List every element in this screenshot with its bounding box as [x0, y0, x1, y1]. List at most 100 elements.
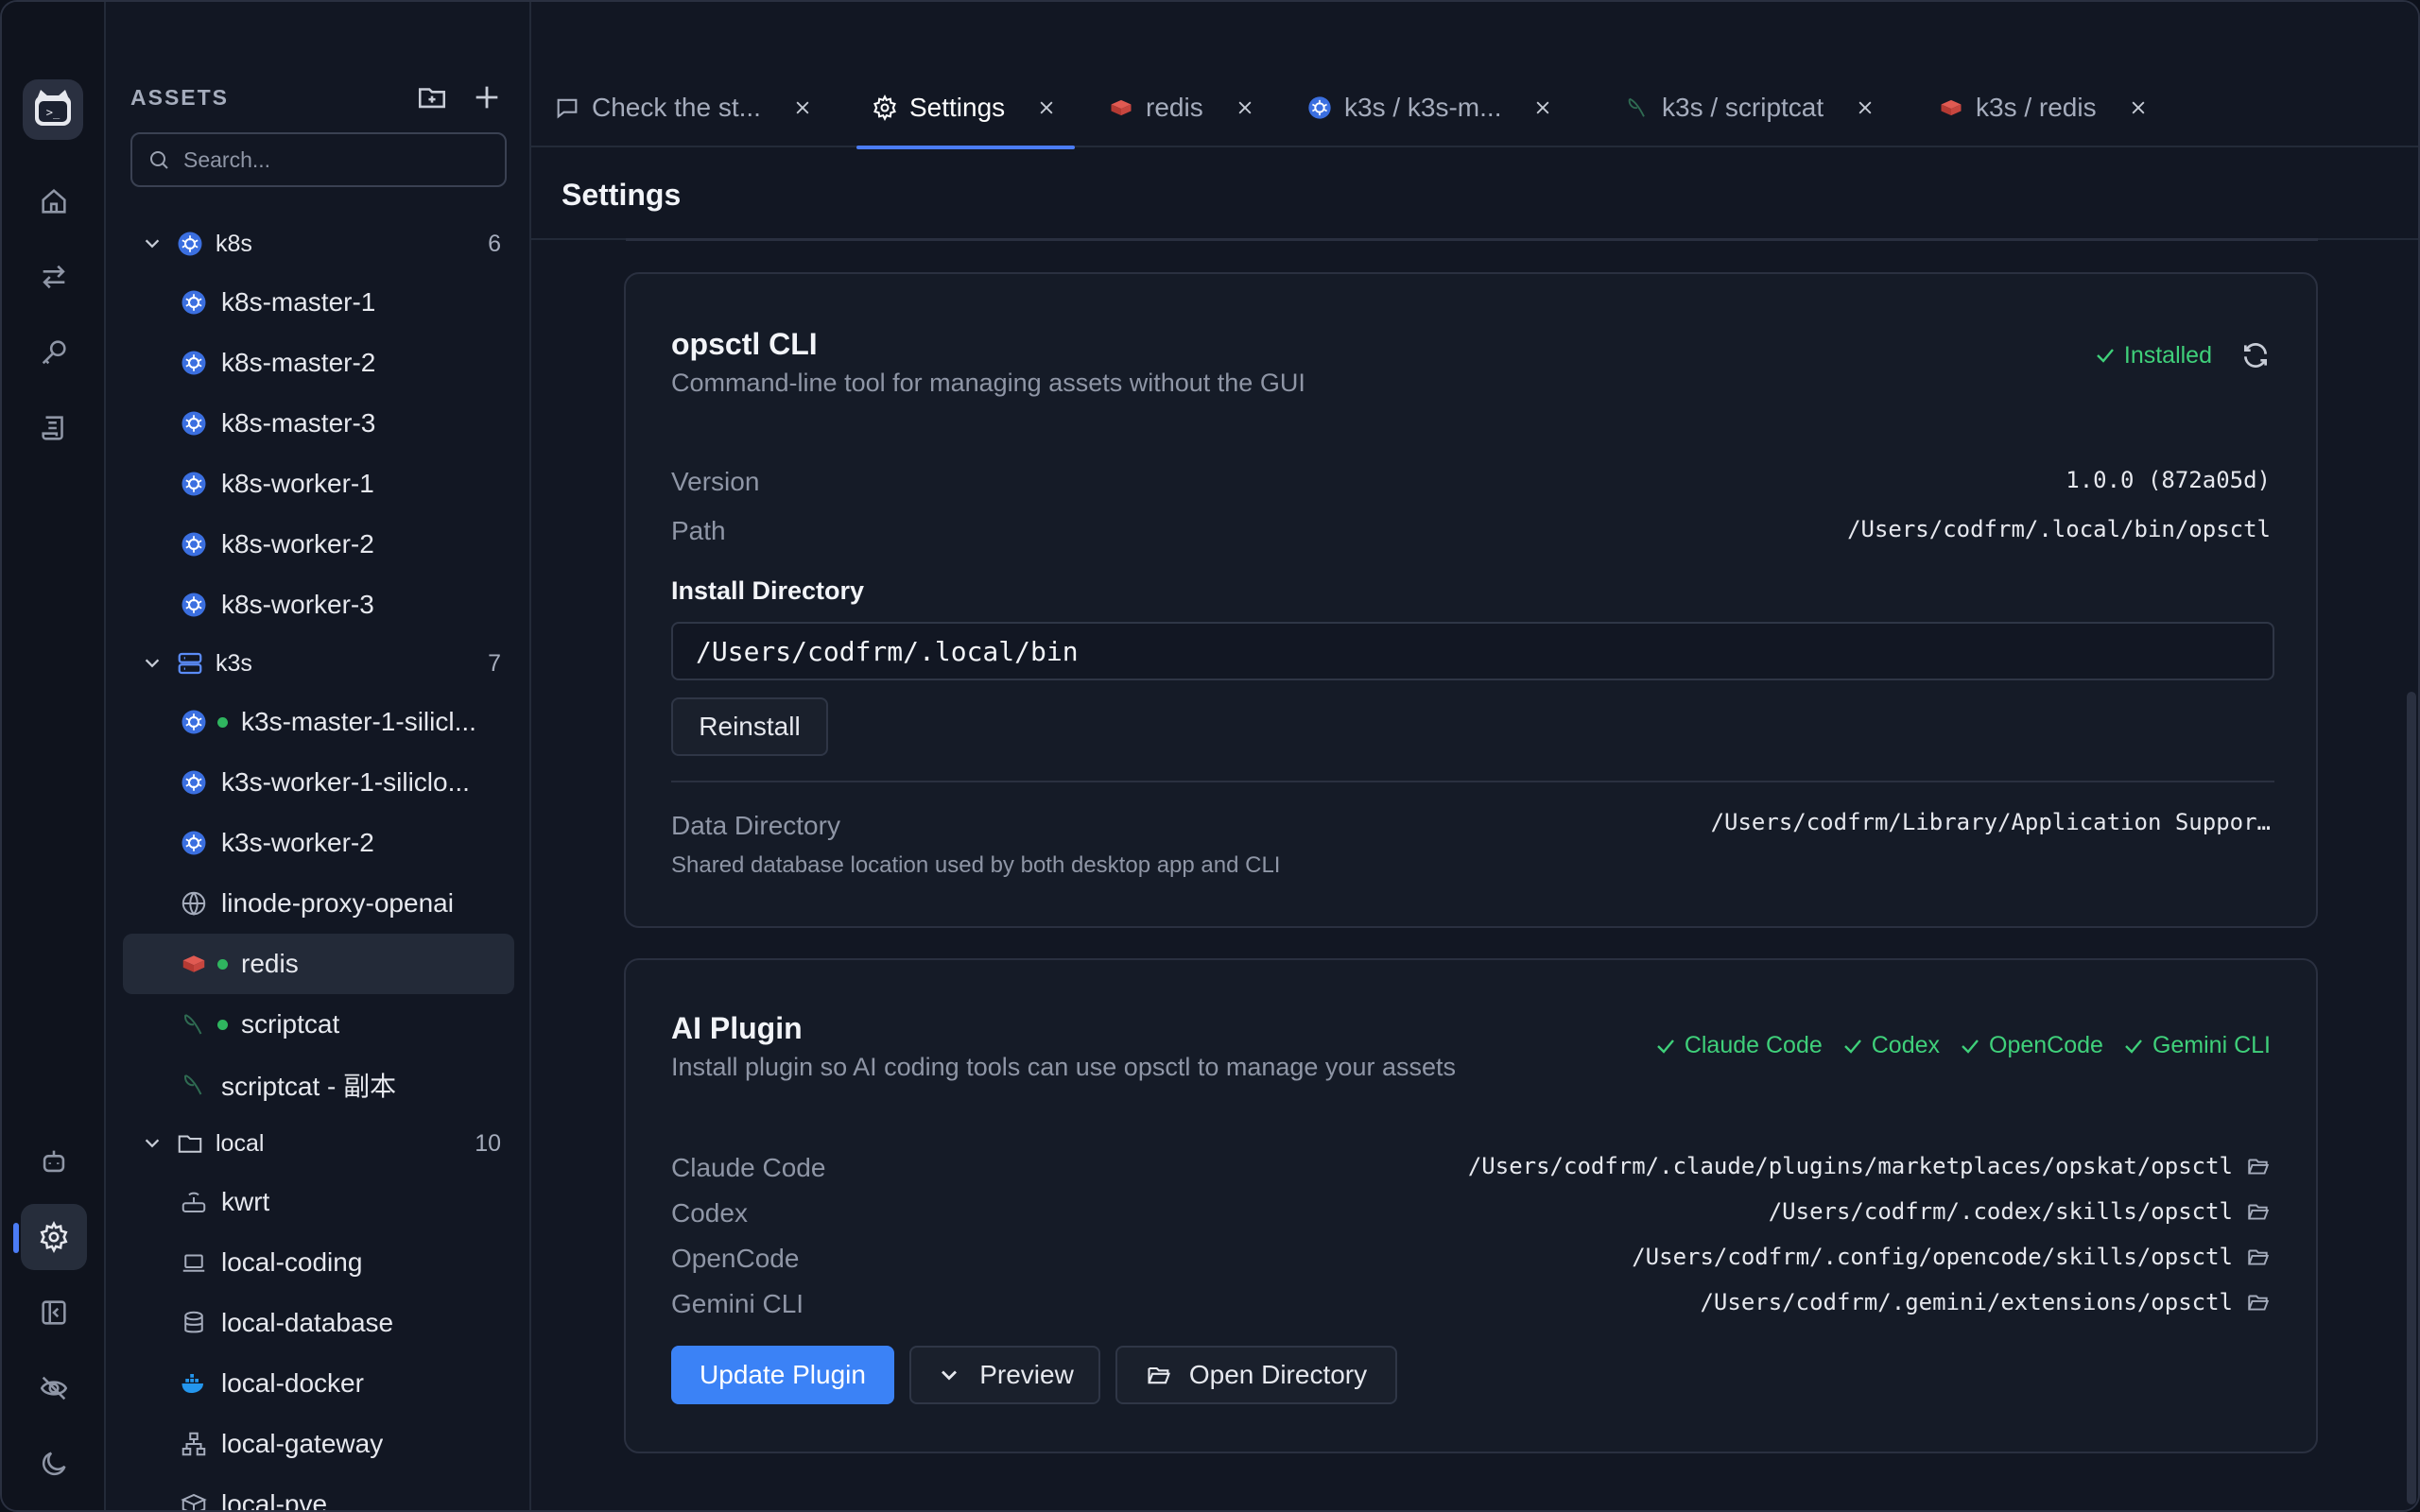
group-k3s[interactable]: k3s 7: [123, 635, 514, 692]
add-folder-icon[interactable]: [416, 81, 448, 113]
asset-item[interactable]: local-gateway: [123, 1414, 514, 1474]
sidebar-collapse-icon: [42, 1300, 66, 1325]
tab-k3s-scriptcat[interactable]: k3s / scriptcat: [1624, 68, 1875, 147]
chat-icon: [557, 98, 578, 119]
asset-item[interactable]: k8s-master-2: [123, 333, 514, 393]
check-icon: [2097, 349, 2114, 363]
scripts-nav-button[interactable]: [21, 395, 87, 461]
tab-k3s-redis[interactable]: k3s / redis: [1938, 68, 2148, 147]
asset-item[interactable]: local-coding: [123, 1232, 514, 1293]
tab-bar: Check the st... Settings redis k3s / k3s…: [531, 68, 2418, 149]
asset-item[interactable]: k3s-worker-2: [123, 813, 514, 873]
transfer-nav-button[interactable]: [21, 244, 87, 310]
open-folder-icon[interactable]: [2246, 1199, 2271, 1224]
open-folder-icon[interactable]: [2246, 1290, 2271, 1314]
assets-sidebar: ASSETS k8s 6 k8s-master-1 k8s-master: [106, 2, 531, 1510]
close-icon[interactable]: [793, 98, 812, 117]
close-icon[interactable]: [1236, 98, 1254, 117]
asset-item[interactable]: local-docker: [123, 1353, 514, 1414]
asset-item[interactable]: kwrt: [123, 1172, 514, 1232]
redis-icon: [1941, 99, 1962, 116]
tab-k3s-master[interactable]: k3s / k3s-m...: [1306, 68, 1552, 147]
asset-item[interactable]: k8s-worker-1: [123, 454, 514, 514]
asset-label: redis: [241, 949, 299, 978]
app-logo[interactable]: >_: [23, 79, 83, 140]
tab-label: Settings: [909, 93, 1006, 122]
plugin-title: AI Plugin: [671, 1011, 803, 1045]
close-icon[interactable]: [2129, 98, 2148, 117]
group-local[interactable]: local 10: [123, 1115, 514, 1172]
online-status-dot: [217, 958, 228, 970]
asset-item[interactable]: linode-proxy-openai: [123, 873, 514, 934]
asset-item[interactable]: k3s-worker-1-siliclo...: [123, 752, 514, 813]
asset-item[interactable]: scriptcat: [123, 994, 514, 1055]
update-plugin-button[interactable]: Update Plugin: [671, 1346, 894, 1404]
plugin-row-label: Codex: [671, 1198, 748, 1228]
asset-item[interactable]: k8s-master-3: [123, 393, 514, 454]
key-icon: [42, 340, 66, 365]
privacy-toggle-button[interactable]: [21, 1355, 87, 1421]
collapse-sidebar-button[interactable]: [21, 1280, 87, 1346]
asset-label: k8s-worker-3: [221, 590, 374, 619]
previous-card-edge: [626, 238, 2318, 241]
close-icon[interactable]: [1037, 98, 1056, 117]
status-label: Gemini CLI: [2152, 1032, 2271, 1058]
app-window: >_ ASSETS Search... k8s 6 k8s-master-1 k…: [0, 0, 2420, 1512]
plugin-row-label: OpenCode: [671, 1244, 800, 1273]
reinstall-button[interactable]: Reinstall: [671, 697, 828, 756]
install-directory-field[interactable]: /Users/codfrm/.local/bin: [671, 622, 2274, 680]
asset-item[interactable]: local-pve: [123, 1474, 514, 1510]
open-directory-button[interactable]: Open Directory: [1115, 1346, 1397, 1404]
group-count: 7: [488, 649, 501, 677]
asset-item[interactable]: k8s-worker-2: [123, 514, 514, 575]
asset-item-selected[interactable]: redis: [123, 934, 514, 994]
asset-item[interactable]: k3s-master-1-silicl...: [123, 692, 514, 752]
claude-code-status: Claude Code: [1654, 1032, 1823, 1059]
asset-item[interactable]: k8s-worker-3: [123, 575, 514, 635]
plugin-row-label: Claude Code: [671, 1153, 826, 1182]
search-input[interactable]: [183, 146, 486, 173]
ai-assistant-nav-button[interactable]: [21, 1128, 87, 1194]
tab-chat[interactable]: Check the st...: [554, 68, 812, 147]
chevron-down-icon: [145, 1139, 160, 1148]
asset-item[interactable]: k8s-master-1: [123, 272, 514, 333]
redis-icon: [182, 955, 205, 972]
open-folder-icon[interactable]: [2246, 1245, 2271, 1269]
kubernetes-icon: [182, 593, 206, 617]
keys-nav-button[interactable]: [21, 319, 87, 386]
ai-plugin-card: AI Plugin Install plugin so AI coding to…: [624, 958, 2318, 1453]
home-icon: [42, 188, 66, 214]
group-k8s[interactable]: k8s 6: [123, 215, 514, 272]
scrollbar[interactable]: [2407, 692, 2416, 1504]
sidebar-title: ASSETS: [130, 85, 230, 110]
tab-redis[interactable]: redis: [1108, 68, 1254, 147]
close-icon[interactable]: [1533, 98, 1552, 117]
add-asset-icon[interactable]: [471, 81, 503, 113]
kubernetes-icon: [182, 472, 206, 496]
refresh-icon[interactable]: [2240, 340, 2271, 370]
plugin-path-text: /Users/codfrm/.config/opencode/skills/op…: [1632, 1244, 2233, 1270]
tab-settings[interactable]: Settings: [856, 68, 1076, 149]
plugin-status-list: Claude Code Codex OpenCode Gemini CLI: [1654, 1032, 2271, 1059]
check-icon: [1962, 1039, 1979, 1054]
asset-label: kwrt: [221, 1187, 270, 1216]
theme-toggle-button[interactable]: [21, 1431, 87, 1497]
asset-item[interactable]: local-database: [123, 1293, 514, 1353]
active-nav-indicator: [13, 1223, 19, 1253]
check-icon: [1843, 1039, 1861, 1054]
eye-off-icon: [40, 1376, 68, 1400]
gemini-cli-status: Gemini CLI: [2122, 1032, 2271, 1059]
home-nav-button[interactable]: [21, 168, 87, 234]
version-value: 1.0.0 (872a05d): [2066, 467, 2271, 493]
preview-button[interactable]: Preview: [909, 1346, 1100, 1404]
scroll-icon: [42, 416, 63, 440]
settings-nav-button[interactable]: [21, 1204, 87, 1270]
close-icon[interactable]: [1856, 98, 1875, 117]
bot-icon: [43, 1150, 65, 1173]
open-folder-icon[interactable]: [2246, 1154, 2271, 1178]
check-icon: [1656, 1039, 1674, 1054]
cli-status-area: Installed: [2094, 340, 2271, 370]
asset-item[interactable]: scriptcat - 副本: [123, 1055, 514, 1115]
gear-icon: [873, 94, 896, 121]
cli-description: Command-line tool for managing assets wi…: [671, 369, 1305, 397]
